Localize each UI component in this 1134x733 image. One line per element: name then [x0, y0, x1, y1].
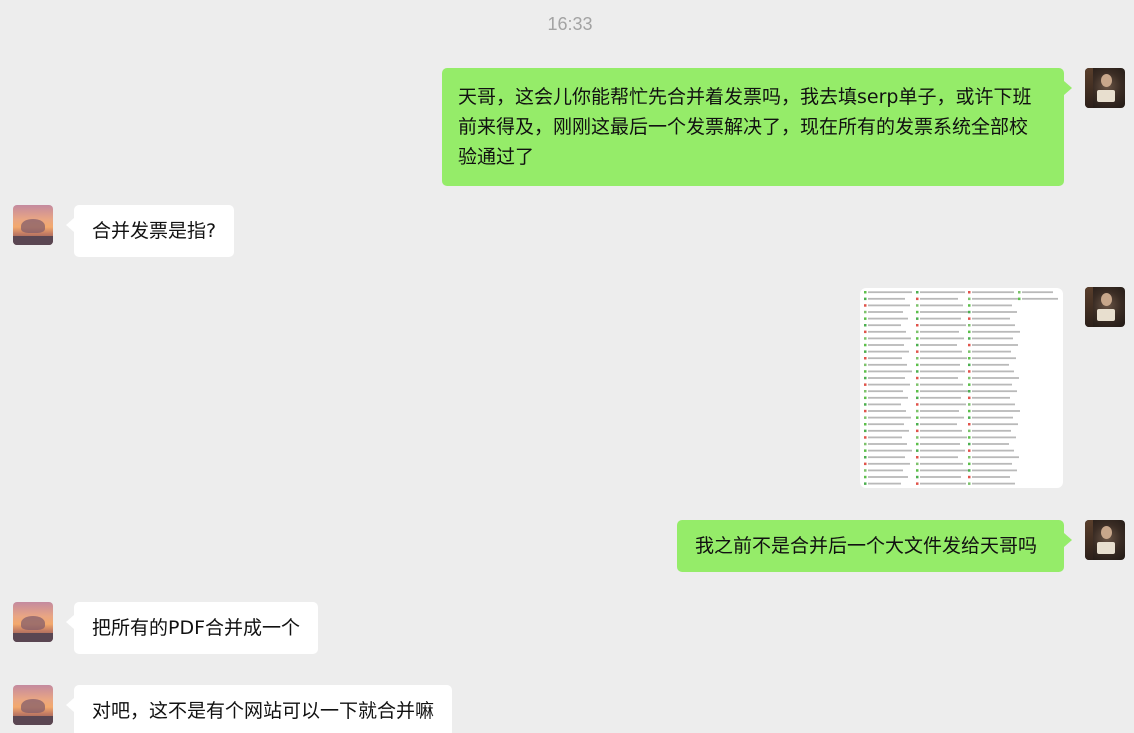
message-bubble-other[interactable]: 合并发票是指? [65, 205, 235, 257]
message-text: 我之前不是合并后一个大文件发给天哥吗 [695, 535, 1038, 557]
self-avatar[interactable] [1085, 287, 1125, 327]
message-text-line: 天哥，这会儿你能帮忙先合并着发票吗，我去填serp单子，或许下班 [458, 86, 1032, 108]
self-avatar[interactable] [1085, 520, 1125, 560]
self-avatar[interactable] [1085, 68, 1125, 108]
file-list-screenshot [864, 291, 1058, 485]
message-bubble-self[interactable]: 我之前不是合并后一个大文件发给天哥吗 [677, 520, 1072, 572]
contact-avatar[interactable] [13, 685, 53, 725]
message-text: 合并发票是指? [92, 220, 217, 242]
chat-window: 16:33 天哥，这会儿你能帮忙先合并着发票吗，我去填serp单子，或许下班 前… [0, 0, 1134, 733]
image-message[interactable] [860, 288, 1063, 488]
message-text: 把所有的PDF合并成一个 [92, 617, 301, 639]
message-text-line: 验通过了 [458, 146, 535, 168]
message-bubble-self[interactable]: 天哥，这会儿你能帮忙先合并着发票吗，我去填serp单子，或许下班 前来得及，刚刚… [442, 68, 1072, 186]
message-text: 对吧，这不是有个网站可以一下就合并嘛 [92, 700, 435, 722]
message-bubble-other[interactable]: 对吧，这不是有个网站可以一下就合并嘛 [65, 685, 453, 733]
contact-avatar[interactable] [13, 602, 53, 642]
contact-avatar[interactable] [13, 205, 53, 245]
message-bubble-other[interactable]: 把所有的PDF合并成一个 [65, 602, 319, 654]
timestamp: 16:33 [547, 14, 593, 34]
message-text-line: 前来得及，刚刚这最后一个发票解决了，现在所有的发票系统全部校 [458, 116, 1029, 138]
